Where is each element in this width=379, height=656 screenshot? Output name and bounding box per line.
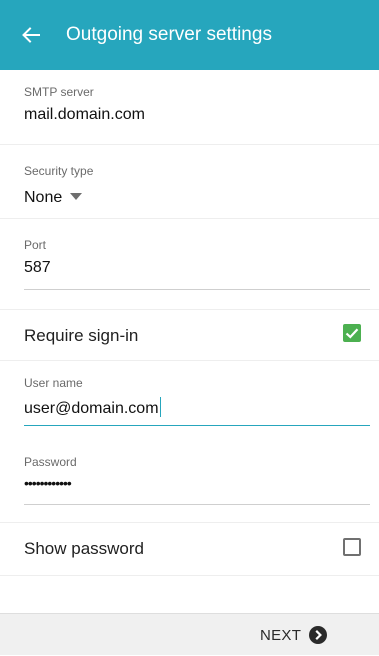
smtp-server-value[interactable]: mail.domain.com xyxy=(24,106,145,124)
page-title: Outgoing server settings xyxy=(66,24,272,45)
smtp-server-field[interactable]: SMTP server mail.domain.com xyxy=(24,70,370,144)
next-label: NEXT xyxy=(260,626,302,644)
text-cursor xyxy=(159,397,162,417)
show-password-row[interactable]: Show password xyxy=(0,523,379,575)
require-signin-row[interactable]: Require sign-in xyxy=(0,310,379,360)
app-bar: Outgoing server settings xyxy=(0,0,379,70)
checkmark-icon xyxy=(345,328,359,339)
username-field[interactable]: User name user@domain.com xyxy=(24,361,370,428)
require-signin-label: Require sign-in xyxy=(24,326,139,345)
chevron-right-circle-icon xyxy=(309,626,328,644)
smtp-server-label: SMTP server xyxy=(24,85,94,99)
security-type-selection: None xyxy=(24,189,83,207)
password-value[interactable]: •••••••••••• xyxy=(24,475,72,491)
password-underline xyxy=(24,504,370,505)
password-field[interactable]: Password •••••••••••• xyxy=(24,438,370,506)
username-input[interactable]: user@domain.com xyxy=(24,397,162,418)
username-label: User name xyxy=(24,376,83,390)
username-value: user@domain.com xyxy=(24,400,159,417)
divider xyxy=(0,575,379,576)
username-underline xyxy=(24,425,370,426)
arrow-left-icon xyxy=(22,27,40,43)
bottom-bar: NEXT xyxy=(0,613,379,655)
next-button[interactable]: NEXT xyxy=(250,614,337,656)
dropdown-triangle-icon xyxy=(70,193,83,200)
back-button[interactable] xyxy=(18,22,44,48)
port-value[interactable]: 587 xyxy=(24,259,51,277)
port-label: Port xyxy=(24,238,47,252)
password-label: Password xyxy=(24,455,77,469)
port-field[interactable]: Port 587 xyxy=(24,219,370,291)
security-type-value: None xyxy=(24,189,63,206)
show-password-label: Show password xyxy=(24,539,145,558)
show-password-checkbox[interactable] xyxy=(343,538,361,556)
security-type-dropdown[interactable]: Security type None xyxy=(24,145,370,218)
port-underline xyxy=(24,289,370,290)
security-type-label: Security type xyxy=(24,164,94,178)
require-signin-checkbox[interactable] xyxy=(343,324,361,342)
